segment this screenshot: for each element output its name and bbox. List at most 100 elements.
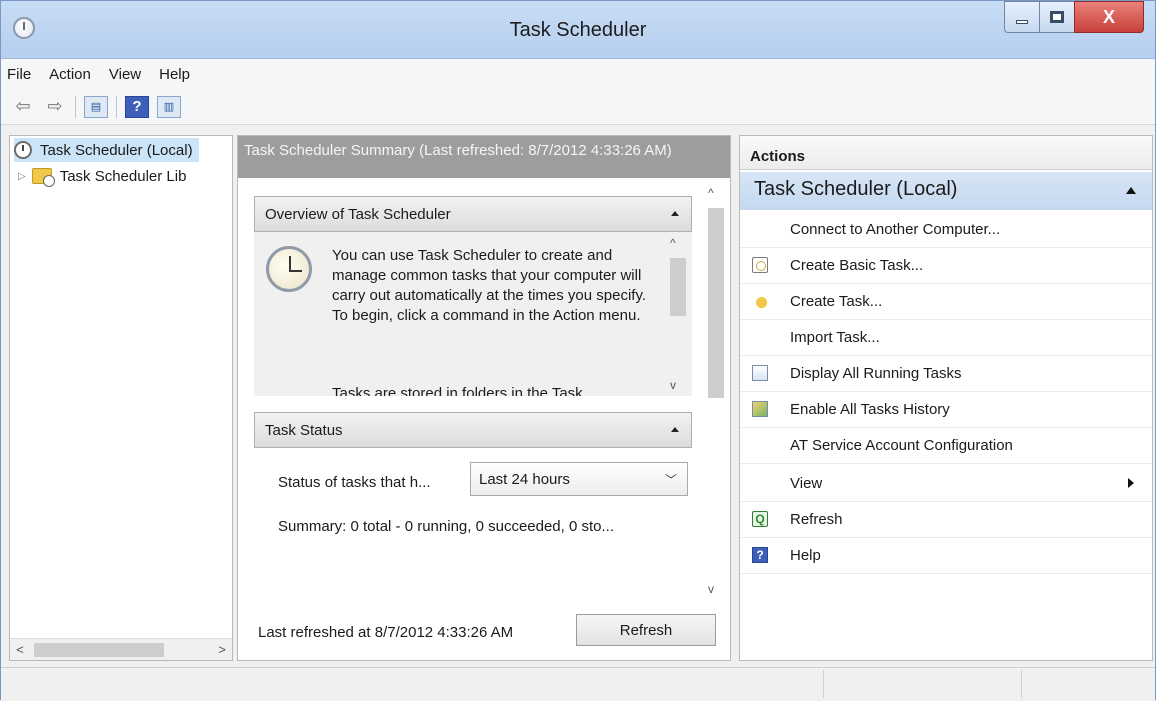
actions-header: Actions [740, 136, 1152, 170]
scroll-up-icon[interactable]: ^ [708, 186, 714, 200]
task-status-section-header[interactable]: Task Status [254, 412, 692, 448]
tree-horizontal-scrollbar[interactable]: < > [10, 638, 232, 660]
show-hide-console-tree-button[interactable]: ▤ [84, 95, 108, 118]
action-label: Enable All Tasks History [790, 401, 950, 418]
back-arrow-icon: ⇦ [15, 96, 31, 116]
overview-scrollbar[interactable]: ^ v [668, 236, 686, 392]
action-display-all-running-tasks[interactable]: Display All Running Tasks [740, 356, 1152, 392]
submenu-arrow-icon [1128, 478, 1134, 488]
overview-section-header[interactable]: Overview of Task Scheduler [254, 196, 692, 232]
scroll-right-icon[interactable]: > [212, 642, 232, 657]
scroll-down-icon[interactable]: v [670, 378, 676, 392]
console-tree-panel: Task Scheduler (Local) ▷ Task Scheduler … [9, 135, 233, 661]
expand-arrow-icon[interactable]: ▷ [18, 171, 26, 182]
menu-bar: File Action View Help [1, 59, 1155, 89]
window-title: Task Scheduler [509, 19, 647, 41]
status-filter-label: Status of tasks that h... [278, 474, 431, 491]
collapse-caret-icon[interactable] [1126, 187, 1136, 194]
basic-task-icon [752, 257, 768, 273]
back-button[interactable]: ⇦ [11, 96, 35, 118]
menu-action[interactable]: Action [49, 66, 91, 83]
status-period-select[interactable]: Last 24 hours ﹀ [470, 462, 688, 496]
close-button[interactable]: X [1074, 1, 1144, 33]
action-enable-all-tasks-history[interactable]: Enable All Tasks History [740, 392, 1152, 428]
menu-help[interactable]: Help [159, 66, 190, 83]
action-create-task[interactable]: Create Task... [740, 284, 1152, 320]
scroll-left-icon[interactable]: < [10, 642, 30, 657]
action-label: Help [790, 547, 821, 564]
action-at-service-account-configuration[interactable]: AT Service Account Configuration [740, 428, 1152, 464]
overview-text: You can use Task Scheduler to create and… [332, 247, 647, 324]
summary-header: Task Scheduler Summary (Last refreshed: … [238, 136, 730, 178]
tree-item-label: Task Scheduler (Local) [40, 141, 193, 159]
create-task-icon [752, 293, 768, 309]
action-label: Create Task... [790, 293, 883, 310]
action-refresh[interactable]: Q Refresh [740, 502, 1152, 538]
actions-group-task-scheduler-local[interactable]: Task Scheduler (Local) [740, 172, 1152, 210]
help-icon: ? [752, 547, 768, 563]
action-label: Refresh [790, 511, 843, 528]
console-tree-icon: ▤ [90, 101, 102, 113]
section-title: Task Status [265, 421, 343, 439]
close-icon: X [1102, 6, 1115, 27]
refresh-icon: Q [752, 511, 768, 527]
action-connect-to-another-computer[interactable]: Connect to Another Computer... [740, 212, 1152, 248]
tree-item-task-scheduler-library[interactable]: ▷ Task Scheduler Lib [18, 164, 186, 188]
summary-scrollbar[interactable]: ^ v [704, 186, 726, 596]
help-button[interactable]: ? [125, 95, 149, 118]
last-refreshed-text: Last refreshed at 8/7/2012 4:33:26 AM [258, 624, 514, 641]
scroll-down-icon[interactable]: v [708, 582, 714, 596]
scroll-up-icon[interactable]: ^ [670, 236, 676, 250]
action-label: Create Basic Task... [790, 257, 924, 274]
task-status-section-body: Status of tasks that h... Last 24 hours … [254, 448, 692, 598]
action-label: Display All Running Tasks [790, 365, 962, 382]
show-hide-action-pane-button[interactable]: ▥ [157, 95, 181, 118]
toolbar-separator [75, 95, 76, 118]
forward-button[interactable]: ⇨ [43, 96, 67, 118]
action-label: Connect to Another Computer... [790, 221, 1001, 238]
menu-file[interactable]: File [7, 66, 31, 83]
scroll-thumb[interactable] [708, 208, 724, 398]
maximize-button[interactable] [1039, 1, 1075, 33]
title-bar[interactable]: Task Scheduler X [1, 1, 1155, 59]
selected-value: Last 24 hours [479, 470, 570, 488]
action-pane-icon: ▥ [163, 101, 175, 113]
action-create-basic-task[interactable]: Create Basic Task... [740, 248, 1152, 284]
action-label: View [790, 475, 823, 492]
tree-item-label: Task Scheduler Lib [59, 167, 187, 185]
overview-section-body: You can use Task Scheduler to create and… [254, 232, 692, 396]
scroll-thumb[interactable] [34, 642, 164, 657]
clock-icon [266, 246, 312, 292]
action-label: AT Service Account Configuration [790, 437, 1013, 454]
toolbar-separator [116, 95, 117, 118]
collapse-caret-icon[interactable] [671, 427, 679, 432]
collapse-caret-icon[interactable] [671, 211, 679, 216]
scroll-thumb[interactable] [670, 258, 686, 316]
action-view[interactable]: View [740, 466, 1152, 502]
minimize-button[interactable] [1004, 1, 1040, 33]
running-tasks-icon [752, 365, 768, 381]
actions-pane: Actions Task Scheduler (Local) Connect t… [739, 135, 1153, 661]
history-icon [752, 401, 768, 417]
action-label: Import Task... [790, 329, 880, 346]
minimize-icon [1016, 20, 1028, 24]
help-icon: ? [132, 98, 142, 115]
tree-item-task-scheduler-local[interactable]: Task Scheduler (Local) [14, 138, 199, 162]
section-title: Overview of Task Scheduler [265, 205, 451, 223]
menu-view[interactable]: View [109, 66, 141, 83]
status-bar-segment [1021, 670, 1022, 698]
action-help[interactable]: ? Help [740, 538, 1152, 574]
status-summary: Summary: 0 total - 0 running, 0 succeede… [278, 518, 615, 535]
toolbar: ⇦ ⇨ ▤ ? ▥ [1, 89, 1155, 125]
forward-arrow-icon: ⇨ [47, 96, 63, 116]
task-scheduler-window: Task Scheduler X File Action View Help ⇦… [0, 0, 1156, 701]
maximize-icon [1050, 11, 1064, 23]
summary-panel: Task Scheduler Summary (Last refreshed: … [237, 135, 731, 661]
summary-footer: Last refreshed at 8/7/2012 4:33:26 AM Re… [238, 600, 730, 660]
group-title: Task Scheduler (Local) [754, 178, 958, 200]
refresh-button[interactable]: Refresh [576, 614, 716, 646]
clock-icon [14, 141, 32, 159]
action-import-task[interactable]: Import Task... [740, 320, 1152, 356]
folder-clock-icon [31, 168, 55, 187]
status-bar-segment [823, 670, 824, 698]
